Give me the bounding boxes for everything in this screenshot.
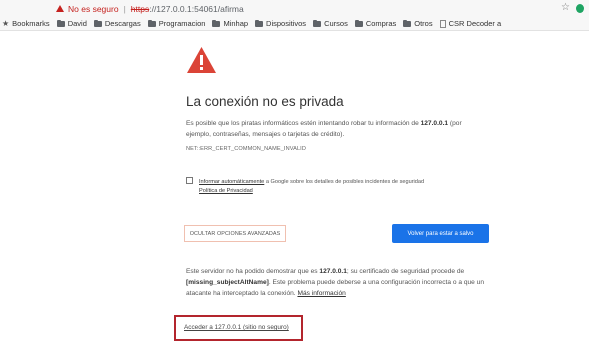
bookmark-label: Descargas (104, 19, 141, 28)
bookmark-label: CSR Decoder a (448, 19, 502, 28)
hide-advanced-button[interactable]: OCULTAR OPCIONES AVANZADAS (184, 225, 286, 242)
bookmark-star-icon[interactable]: ☆ (561, 3, 571, 13)
report-checkbox[interactable] (186, 177, 193, 184)
folder-icon (313, 19, 322, 27)
details-mid: ; su certificado de seguridad procede de (346, 268, 465, 275)
report-rest: a Google sobre los detalles de posibles … (264, 179, 425, 185)
page-icon (439, 19, 446, 28)
details-cert: [missing_subjectAltName] (186, 279, 269, 287)
folder-icon (147, 19, 156, 27)
bookmark-label: Compras (365, 19, 397, 28)
danger-icon (187, 47, 216, 73)
back-to-safety-button[interactable]: Volver para estar a salvo (392, 224, 489, 243)
warning-icon[interactable] (56, 5, 64, 12)
url-separator: | (123, 3, 126, 14)
url-scheme[interactable]: https (131, 4, 149, 14)
explanation-pre: Es posible que los piratas informáticos … (186, 120, 421, 127)
folder-icon (93, 19, 102, 27)
bookmark-item-bookmarks[interactable]: ★ Bookmarks (0, 19, 50, 28)
star-icon: ★ (2, 19, 10, 28)
bookmark-item-otros[interactable]: Otros (403, 19, 433, 28)
bookmark-label: Otros (414, 19, 433, 28)
bookmark-label: Cursos (324, 19, 348, 28)
folder-icon (56, 19, 65, 27)
bookmark-label: Minhap (223, 19, 249, 28)
bookmark-item-compras[interactable]: Compras (354, 19, 397, 28)
proceed-unsafe-link[interactable]: Acceder a 127.0.0.1 (sitio no seguro) (184, 324, 289, 331)
bookmark-item-cursos[interactable]: Cursos (313, 19, 348, 28)
extension-icon[interactable] (576, 4, 584, 13)
folder-icon (212, 19, 221, 27)
bookmark-label: David (67, 19, 87, 28)
report-link[interactable]: Informar automáticamente (199, 179, 264, 185)
bookmark-item-csr-decoder[interactable]: CSR Decoder a (439, 19, 502, 28)
bookmark-item-dispositivos[interactable]: Dispositivos (255, 19, 306, 28)
folder-icon (403, 19, 412, 27)
address-bar[interactable]: No es seguro | https ://127.0.0.1:54061/… (0, 0, 589, 17)
more-info-link[interactable]: Más información (297, 290, 345, 297)
bookmarks-bar: ★ Bookmarks David Descargas Programacion… (0, 17, 589, 31)
url-text[interactable]: ://127.0.0.1:54061/afirma (149, 4, 244, 14)
explanation-host: 127.0.0.1 (420, 120, 449, 127)
explanation-text: Es posible que los piratas informáticos … (186, 119, 481, 140)
details-host: 127.0.0.1 (319, 268, 347, 275)
bookmark-item-descargas[interactable]: Descargas (93, 19, 141, 28)
page-title: La conexión no es privada (186, 94, 344, 109)
error-code[interactable]: NET::ERR_CERT_COMMON_NAME_INVALID (186, 146, 306, 152)
bookmark-label: Dispositivos (266, 19, 307, 28)
bookmark-item-programacion[interactable]: Programacion (147, 19, 206, 28)
report-text: Informar automáticamente a Google sobre … (199, 177, 484, 187)
bookmark-label: Programacion (158, 19, 206, 28)
bookmark-item-minhap[interactable]: Minhap (212, 19, 248, 28)
bookmark-label: Bookmarks (12, 19, 50, 28)
folder-icon (354, 19, 363, 27)
privacy-policy-link[interactable]: Política de Privacidad (199, 188, 253, 194)
security-status[interactable]: No es seguro (68, 4, 119, 14)
folder-icon (255, 19, 264, 27)
advanced-details-text: Este servidor no ha podido demostrar que… (186, 266, 486, 300)
details-pre: Este servidor no ha podido demostrar que… (186, 268, 320, 275)
bookmark-item-david[interactable]: David (56, 19, 87, 28)
